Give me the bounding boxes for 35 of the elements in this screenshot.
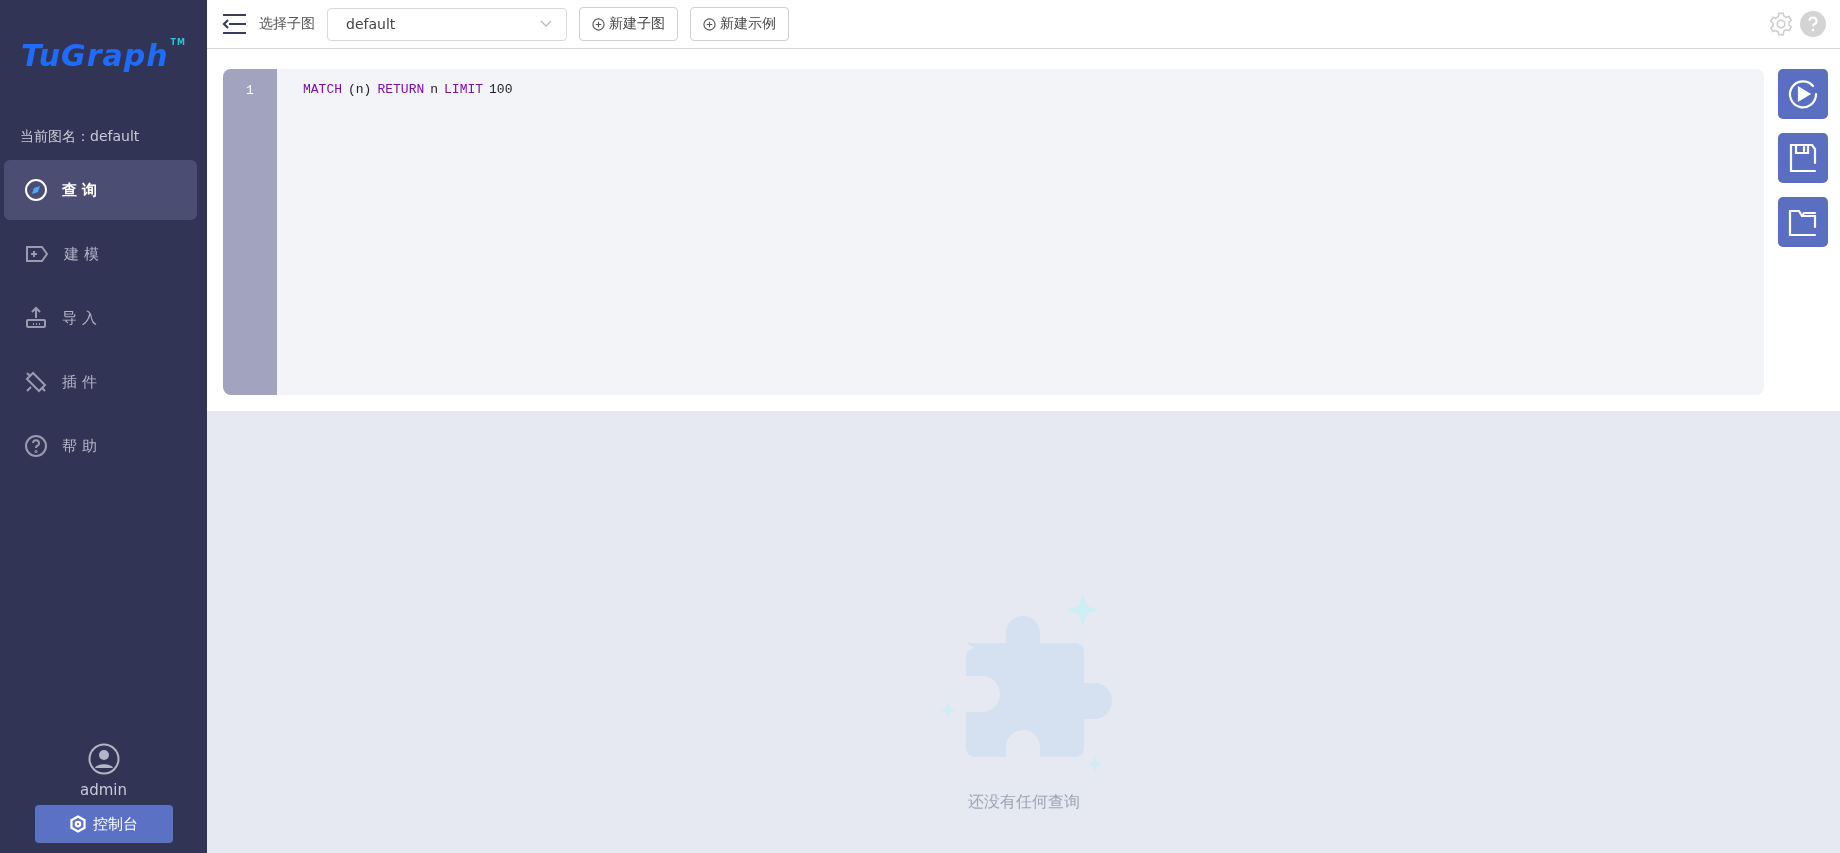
help-icon <box>24 434 48 458</box>
select-graph-label: 选择子图 <box>259 15 315 33</box>
code-keyword: MATCH <box>303 82 342 97</box>
compass-icon <box>24 178 48 202</box>
chevron-down-icon <box>540 20 552 28</box>
console-button[interactable]: 控制台 <box>34 805 173 843</box>
plus-circle-icon <box>592 17 605 31</box>
query-editor[interactable]: 1 MATCH (n) RETURN n LIMIT 100 <box>223 69 1764 395</box>
code-keyword: RETURN <box>377 82 425 97</box>
new-button[interactable]: 新建子图 <box>579 7 678 41</box>
code-keyword: LIMIT <box>444 82 484 97</box>
nav-item[interactable]: 查 询 <box>4 160 197 220</box>
new-button[interactable]: 新建示例 <box>690 7 789 41</box>
gear-icon <box>69 815 87 833</box>
username: admin <box>80 781 127 799</box>
plus-circle-icon <box>703 17 716 31</box>
run-button[interactable] <box>1778 69 1828 119</box>
nav-item[interactable]: 帮 助 <box>4 416 197 476</box>
code-text: n <box>430 82 439 97</box>
collapse-menu-icon[interactable] <box>221 13 247 35</box>
plug-icon <box>24 370 48 394</box>
graph-select[interactable]: default <box>327 7 567 41</box>
nav-item[interactable]: 建 模 <box>4 224 197 284</box>
line-number: 1 <box>246 83 254 98</box>
save-button[interactable] <box>1778 133 1828 183</box>
nav-item[interactable]: 插 件 <box>4 352 197 412</box>
empty-state-text: 还没有任何查询 <box>967 792 1080 813</box>
nav-item[interactable]: 导 入 <box>4 288 197 348</box>
upload-icon <box>24 306 48 330</box>
code-text: (n) <box>348 82 372 97</box>
current-graph-label: 当前图名：default <box>19 127 141 146</box>
open-button[interactable] <box>1778 197 1828 247</box>
code-text: 100 <box>489 82 513 97</box>
play-icon <box>1786 77 1820 111</box>
user-avatar-icon <box>87 743 120 775</box>
